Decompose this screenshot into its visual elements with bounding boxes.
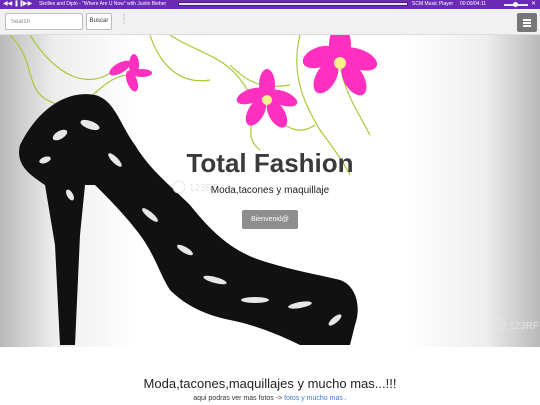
close-icon[interactable]: ✕ bbox=[531, 0, 536, 9]
track-title: Skrillex and Diplo - "Where Are U Now" w… bbox=[39, 1, 167, 7]
shoe-illustration bbox=[19, 94, 358, 345]
next-icon[interactable]: ▶▶ bbox=[23, 0, 32, 9]
hero-subtitle: Moda,tacones y maquillaje bbox=[210, 185, 330, 196]
hero-title: Total Fashion bbox=[186, 148, 354, 178]
menu-button[interactable] bbox=[517, 13, 537, 32]
prev-icon[interactable]: ◀◀ bbox=[3, 0, 12, 9]
player-brand: SCM Music Player bbox=[412, 1, 454, 7]
progress-bar[interactable] bbox=[178, 2, 408, 6]
flower-decoration bbox=[109, 35, 378, 128]
search-button[interactable]: Buscar bbox=[86, 13, 112, 30]
drag-handle-icon[interactable]: ⋮ ⋮ bbox=[121, 14, 127, 25]
section-title: Moda,tacones,maquillajes y mucho mas...!… bbox=[143, 376, 397, 391]
watermark-text: 123RF bbox=[509, 321, 539, 332]
more-photos-link[interactable]: fotos y mucho mas bbox=[284, 395, 343, 402]
section-text: aqui podras ver mas fotos -> fotos y muc… bbox=[0, 395, 540, 402]
search-input[interactable] bbox=[5, 13, 83, 30]
section-text-suffix: . bbox=[344, 395, 347, 402]
hamburger-icon bbox=[523, 19, 531, 21]
welcome-button[interactable]: Bienvenid@ bbox=[242, 210, 298, 229]
volume-knob[interactable] bbox=[513, 2, 518, 7]
track-time: 00:00/04:11 bbox=[460, 1, 487, 7]
hero-banner: 123RF 123RF Total Fashion Moda,tacones y… bbox=[0, 35, 540, 347]
top-nav: Buscar ⋮⋮ bbox=[0, 9, 540, 35]
section-text-prefix: aqui podras ver mas fotos -> bbox=[193, 395, 283, 402]
music-player-bar: ◀◀ ❚❚ ▶▶ Skrillex and Diplo - "Where Are… bbox=[0, 0, 540, 9]
